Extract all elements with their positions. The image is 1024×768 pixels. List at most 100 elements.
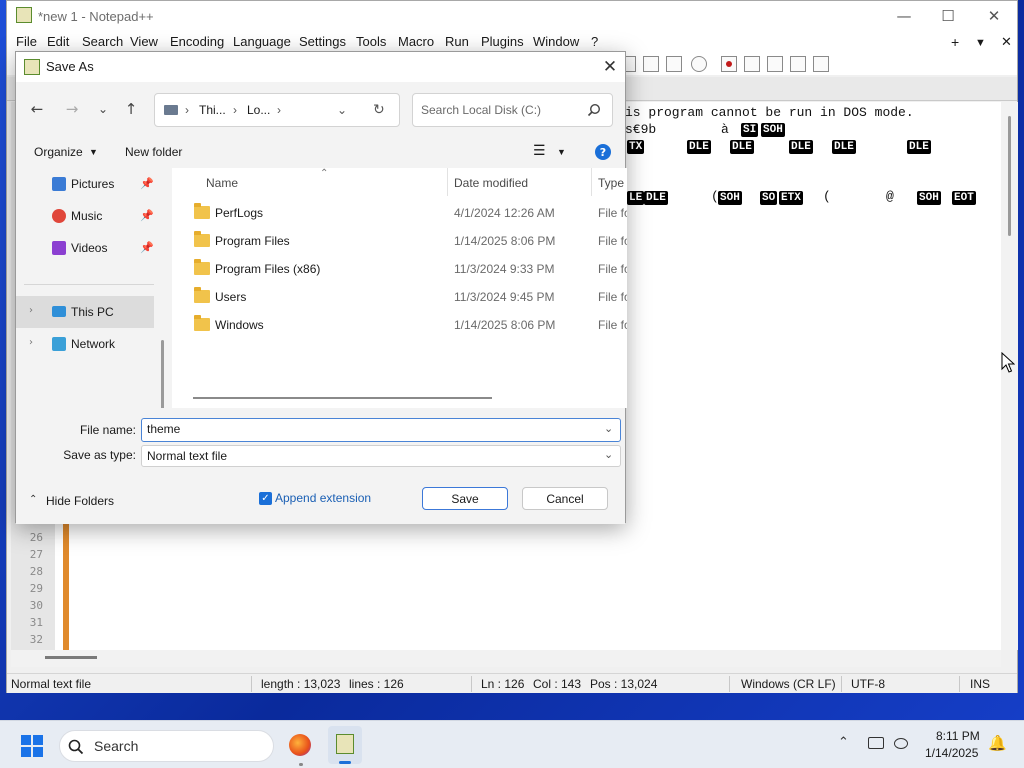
file-type: File folder (598, 262, 627, 276)
organize-dropdown-icon[interactable]: ▼ (89, 147, 98, 157)
file-name-dropdown-chevron-icon[interactable]: ⌄ (604, 422, 613, 435)
menu-file[interactable]: File (16, 34, 37, 49)
stop-macro-icon[interactable] (744, 56, 760, 72)
new-folder-button[interactable]: New folder (125, 145, 182, 159)
column-header-date-modified[interactable]: Date modified (454, 176, 528, 190)
save-as-type-dropdown-chevron-icon[interactable]: ⌄ (604, 448, 613, 461)
nav-item-network[interactable]: › Network (16, 328, 156, 360)
menu-plugins[interactable]: Plugins (481, 34, 524, 49)
scrollbar-thumb[interactable] (193, 397, 492, 399)
menu-edit[interactable]: Edit (47, 34, 69, 49)
nav-item-label: Network (71, 337, 116, 351)
menu-settings[interactable]: Settings (299, 34, 346, 49)
search-icon (68, 739, 84, 755)
view-dropdown-icon[interactable]: ▼ (557, 147, 566, 157)
up-arrow-icon[interactable]: ↑ (120, 98, 142, 120)
column-divider[interactable] (591, 168, 592, 196)
windows-start-icon[interactable] (21, 735, 43, 757)
breadcrumb-local-disk[interactable]: Lo... (247, 103, 270, 117)
tray-chevron-icon[interactable]: ⌃ (838, 735, 849, 750)
speech-bubble-icon[interactable] (691, 56, 707, 72)
help-icon[interactable]: ? (595, 144, 611, 160)
append-extension-checkbox[interactable]: ✓ (259, 492, 272, 505)
file-list-horizontal-scrollbar[interactable] (174, 388, 627, 408)
append-extension-label[interactable]: Append extension (275, 491, 371, 505)
pin-icon[interactable]: 📌 (140, 209, 154, 222)
expand-chevron-icon[interactable]: › (29, 337, 33, 348)
menu-window[interactable]: Window (533, 34, 579, 49)
pin-icon[interactable]: 📌 (140, 241, 154, 254)
close-button[interactable]: ✕ (971, 1, 1017, 31)
refresh-icon[interactable]: ↻ (373, 101, 385, 118)
dialog-close-button[interactable]: ✕ (596, 54, 624, 80)
record-macro-icon[interactable] (721, 56, 737, 72)
file-name-input[interactable]: theme ⌄ (141, 418, 621, 442)
address-dropdown-chevron-icon[interactable]: ⌄ (337, 103, 347, 117)
status-divider (729, 676, 730, 692)
file-row[interactable]: Program Files 1/14/2025 8:06 PM File fol… (174, 227, 627, 255)
file-name: Program Files (215, 234, 290, 248)
forward-arrow-icon[interactable]: → (61, 98, 83, 120)
file-row[interactable]: Program Files (x86) 11/3/2024 9:33 PM Fi… (174, 255, 627, 283)
hide-folders-button[interactable]: Hide Folders (46, 494, 114, 508)
taskbar-search-box[interactable]: Search (59, 730, 274, 762)
notification-bell-icon[interactable]: 🔔 (988, 734, 1007, 752)
file-row[interactable]: Windows 1/14/2025 8:06 PM File folder (174, 311, 627, 339)
column-divider[interactable] (447, 168, 448, 196)
menu-encoding[interactable]: Encoding (170, 34, 224, 49)
nav-item-music[interactable]: Music 📌 (16, 200, 156, 232)
toolbar-icon[interactable] (643, 56, 659, 72)
vertical-scrollbar[interactable] (1001, 102, 1018, 650)
folder-icon[interactable] (666, 56, 682, 72)
notepadpp-taskbar-button[interactable] (328, 726, 362, 764)
menu-search[interactable]: Search (82, 34, 123, 49)
menu-tools[interactable]: Tools (356, 34, 386, 49)
save-button[interactable]: Save (422, 487, 508, 510)
column-header-name[interactable]: Name (206, 176, 238, 190)
search-icon[interactable] (587, 103, 601, 117)
maximize-button[interactable]: ☐ (925, 1, 971, 31)
network-tray-icon[interactable] (868, 737, 884, 749)
column-header-type[interactable]: Type (598, 176, 624, 190)
menu-macro[interactable]: Macro (398, 34, 434, 49)
play-macro-icon[interactable] (767, 56, 783, 72)
save-as-type-select[interactable]: Normal text file ⌄ (141, 445, 621, 467)
minimize-button[interactable]: — (881, 1, 927, 31)
collapse-chevron-icon[interactable]: ⌃ (29, 494, 37, 505)
view-options-icon[interactable]: ☰ (533, 142, 546, 159)
back-arrow-icon[interactable]: ← (26, 98, 48, 120)
cancel-button[interactable]: Cancel (522, 487, 608, 510)
file-row[interactable]: Users 11/3/2024 9:45 PM File folder (174, 283, 627, 311)
menu-run[interactable]: Run (445, 34, 469, 49)
status-encoding: UTF-8 (851, 677, 885, 691)
address-bar[interactable]: › Thi... › Lo... › ⌄ ↻ (154, 93, 400, 127)
scrollbar-thumb[interactable] (45, 656, 97, 659)
horizontal-scrollbar[interactable] (11, 650, 1001, 667)
clock-date[interactable]: 1/14/2025 (925, 746, 978, 760)
volume-muted-icon[interactable] (894, 738, 908, 749)
nav-item-this-pc[interactable]: › This PC (16, 296, 154, 328)
firefox-icon[interactable] (289, 734, 311, 756)
breadcrumb-this-pc[interactable]: Thi... (199, 103, 226, 117)
tab-list-dropdown-icon[interactable]: ▼ (975, 37, 986, 49)
nav-item-pictures[interactable]: Pictures 📌 (16, 168, 156, 200)
nav-item-videos[interactable]: Videos 📌 (16, 232, 156, 264)
save-macro-icon[interactable] (813, 56, 829, 72)
menu-help[interactable]: ? (591, 34, 598, 49)
recent-locations-chevron-icon[interactable]: ⌄ (92, 98, 114, 120)
menu-language[interactable]: Language (233, 34, 291, 49)
control-char-badge: TX (627, 140, 645, 154)
pin-icon[interactable]: 📌 (140, 177, 154, 190)
file-row[interactable]: PerfLogs 4/1/2024 12:26 AM File folder (174, 199, 627, 227)
close-tab-icon[interactable]: ✕ (1001, 34, 1012, 50)
search-box[interactable]: Search Local Disk (C:) (412, 93, 613, 127)
new-tab-plus-icon[interactable]: + (951, 34, 959, 50)
menu-view[interactable]: View (130, 34, 158, 49)
status-line: Ln : 126 (481, 677, 525, 691)
expand-chevron-icon[interactable]: › (29, 305, 33, 316)
file-type: File folder (598, 234, 627, 248)
run-macro-multiple-icon[interactable] (790, 56, 806, 72)
scrollbar-thumb[interactable] (1008, 116, 1011, 236)
organize-button[interactable]: Organize (34, 145, 83, 159)
clock-time[interactable]: 8:11 PM (936, 729, 980, 743)
